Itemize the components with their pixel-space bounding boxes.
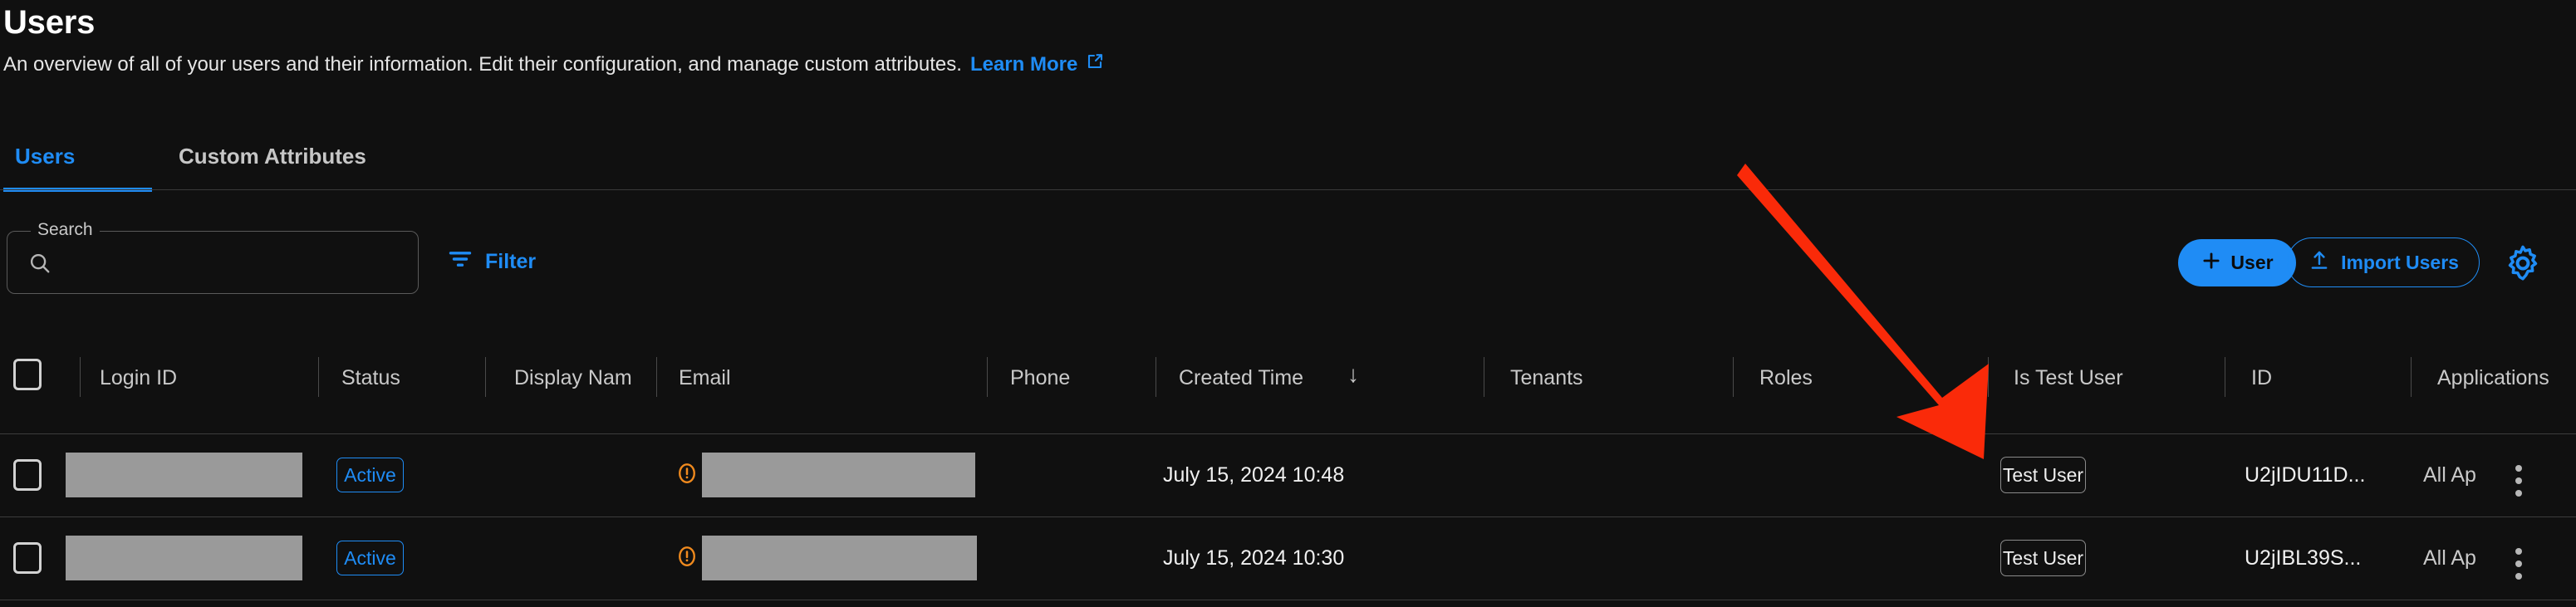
more-vertical-icon[interactable]: [2515, 465, 2522, 502]
tab-users[interactable]: Users: [15, 123, 75, 189]
filter-icon: [447, 246, 473, 277]
created-time-value: July 15, 2024 10:48: [1163, 463, 1345, 487]
column-divider: [656, 357, 657, 397]
page-subtitle-text: An overview of all of your users and the…: [3, 52, 962, 76]
column-divider: [2411, 357, 2412, 397]
applications-value: All Ap: [2423, 546, 2476, 570]
learn-more-link[interactable]: Learn More: [970, 53, 1077, 76]
column-header-email[interactable]: Email: [679, 365, 731, 390]
column-divider: [987, 357, 988, 397]
status-badge[interactable]: Active: [336, 541, 404, 575]
column-divider: [485, 357, 486, 397]
created-time-value: July 15, 2024 10:30: [1163, 546, 1345, 570]
select-all-checkbox[interactable]: [13, 359, 42, 390]
users-page: Users An overview of all of your users a…: [0, 0, 2576, 607]
column-header-status[interactable]: Status: [341, 365, 400, 390]
more-vertical-icon[interactable]: [2515, 548, 2522, 585]
column-divider: [1733, 357, 1734, 397]
import-users-button[interactable]: Import Users: [2287, 237, 2480, 287]
add-user-label: User: [2230, 252, 2274, 273]
is-test-user-badge[interactable]: Test User: [2000, 457, 2086, 493]
column-divider: [80, 357, 81, 397]
table-toolbar: Search Filter User Import Users: [0, 206, 2576, 306]
row-select-checkbox[interactable]: [13, 542, 42, 574]
tab-bar-divider: [0, 189, 2576, 190]
login-id-value-redacted: [66, 453, 302, 497]
column-divider: [318, 357, 319, 397]
column-header-display-name[interactable]: Display Nam: [514, 365, 632, 390]
filter-button[interactable]: Filter: [447, 246, 536, 277]
warning-circle-icon: [675, 544, 699, 573]
page-subtitle: An overview of all of your users and the…: [3, 51, 1105, 77]
email-value-redacted: [702, 453, 975, 497]
column-divider: [1988, 357, 1989, 397]
id-value: U2jIBL39S...: [2245, 546, 2362, 570]
column-header-tenants[interactable]: Tenants: [1510, 365, 1583, 390]
filter-label: Filter: [485, 249, 537, 273]
tab-bar: Users Custom Attributes: [0, 123, 2576, 193]
table-header-row: Login ID Status Display Nam Email Phone …: [0, 335, 2576, 423]
applications-value: All Ap: [2423, 463, 2476, 487]
search-label: Search: [31, 220, 100, 240]
page-title: Users: [3, 4, 96, 41]
column-header-login-id[interactable]: Login ID: [100, 365, 177, 390]
plus-icon: [2201, 250, 2222, 277]
column-header-id[interactable]: ID: [2251, 365, 2272, 390]
add-user-button[interactable]: User: [2178, 239, 2296, 286]
column-header-created-time[interactable]: Created Time: [1179, 365, 1303, 390]
column-header-phone[interactable]: Phone: [1010, 365, 1070, 390]
warning-circle-icon: [675, 461, 699, 490]
status-badge[interactable]: Active: [336, 458, 404, 492]
gear-icon: [2508, 245, 2538, 281]
arrow-down-icon[interactable]: ↓: [1347, 362, 1359, 387]
upload-icon: [2308, 248, 2331, 277]
settings-gear-button[interactable]: [2502, 242, 2544, 284]
import-users-label: Import Users: [2341, 251, 2459, 273]
search-field-wrapper[interactable]: Search: [7, 220, 419, 294]
column-header-applications[interactable]: Applications: [2437, 365, 2549, 390]
row-select-checkbox[interactable]: [13, 459, 42, 491]
table-row[interactable]: Active July 15, 2024 10:48 Test User U2j…: [0, 434, 2576, 516]
id-value: U2jIDU11D...: [2245, 463, 2366, 487]
column-header-roles[interactable]: Roles: [1759, 365, 1813, 390]
users-table: Login ID Status Display Nam Email Phone …: [0, 335, 2576, 600]
search-icon: [27, 251, 52, 280]
column-header-is-test-user[interactable]: Is Test User: [2014, 365, 2123, 390]
login-id-value-redacted: [66, 536, 302, 580]
table-row[interactable]: Active July 15, 2024 10:30 Test User U2j…: [0, 517, 2576, 600]
is-test-user-badge[interactable]: Test User: [2000, 540, 2086, 576]
email-value-redacted: [702, 536, 977, 580]
external-link-icon[interactable]: [1085, 51, 1105, 77]
tab-custom-attributes[interactable]: Custom Attributes: [179, 123, 366, 189]
search-input[interactable]: [61, 238, 409, 288]
